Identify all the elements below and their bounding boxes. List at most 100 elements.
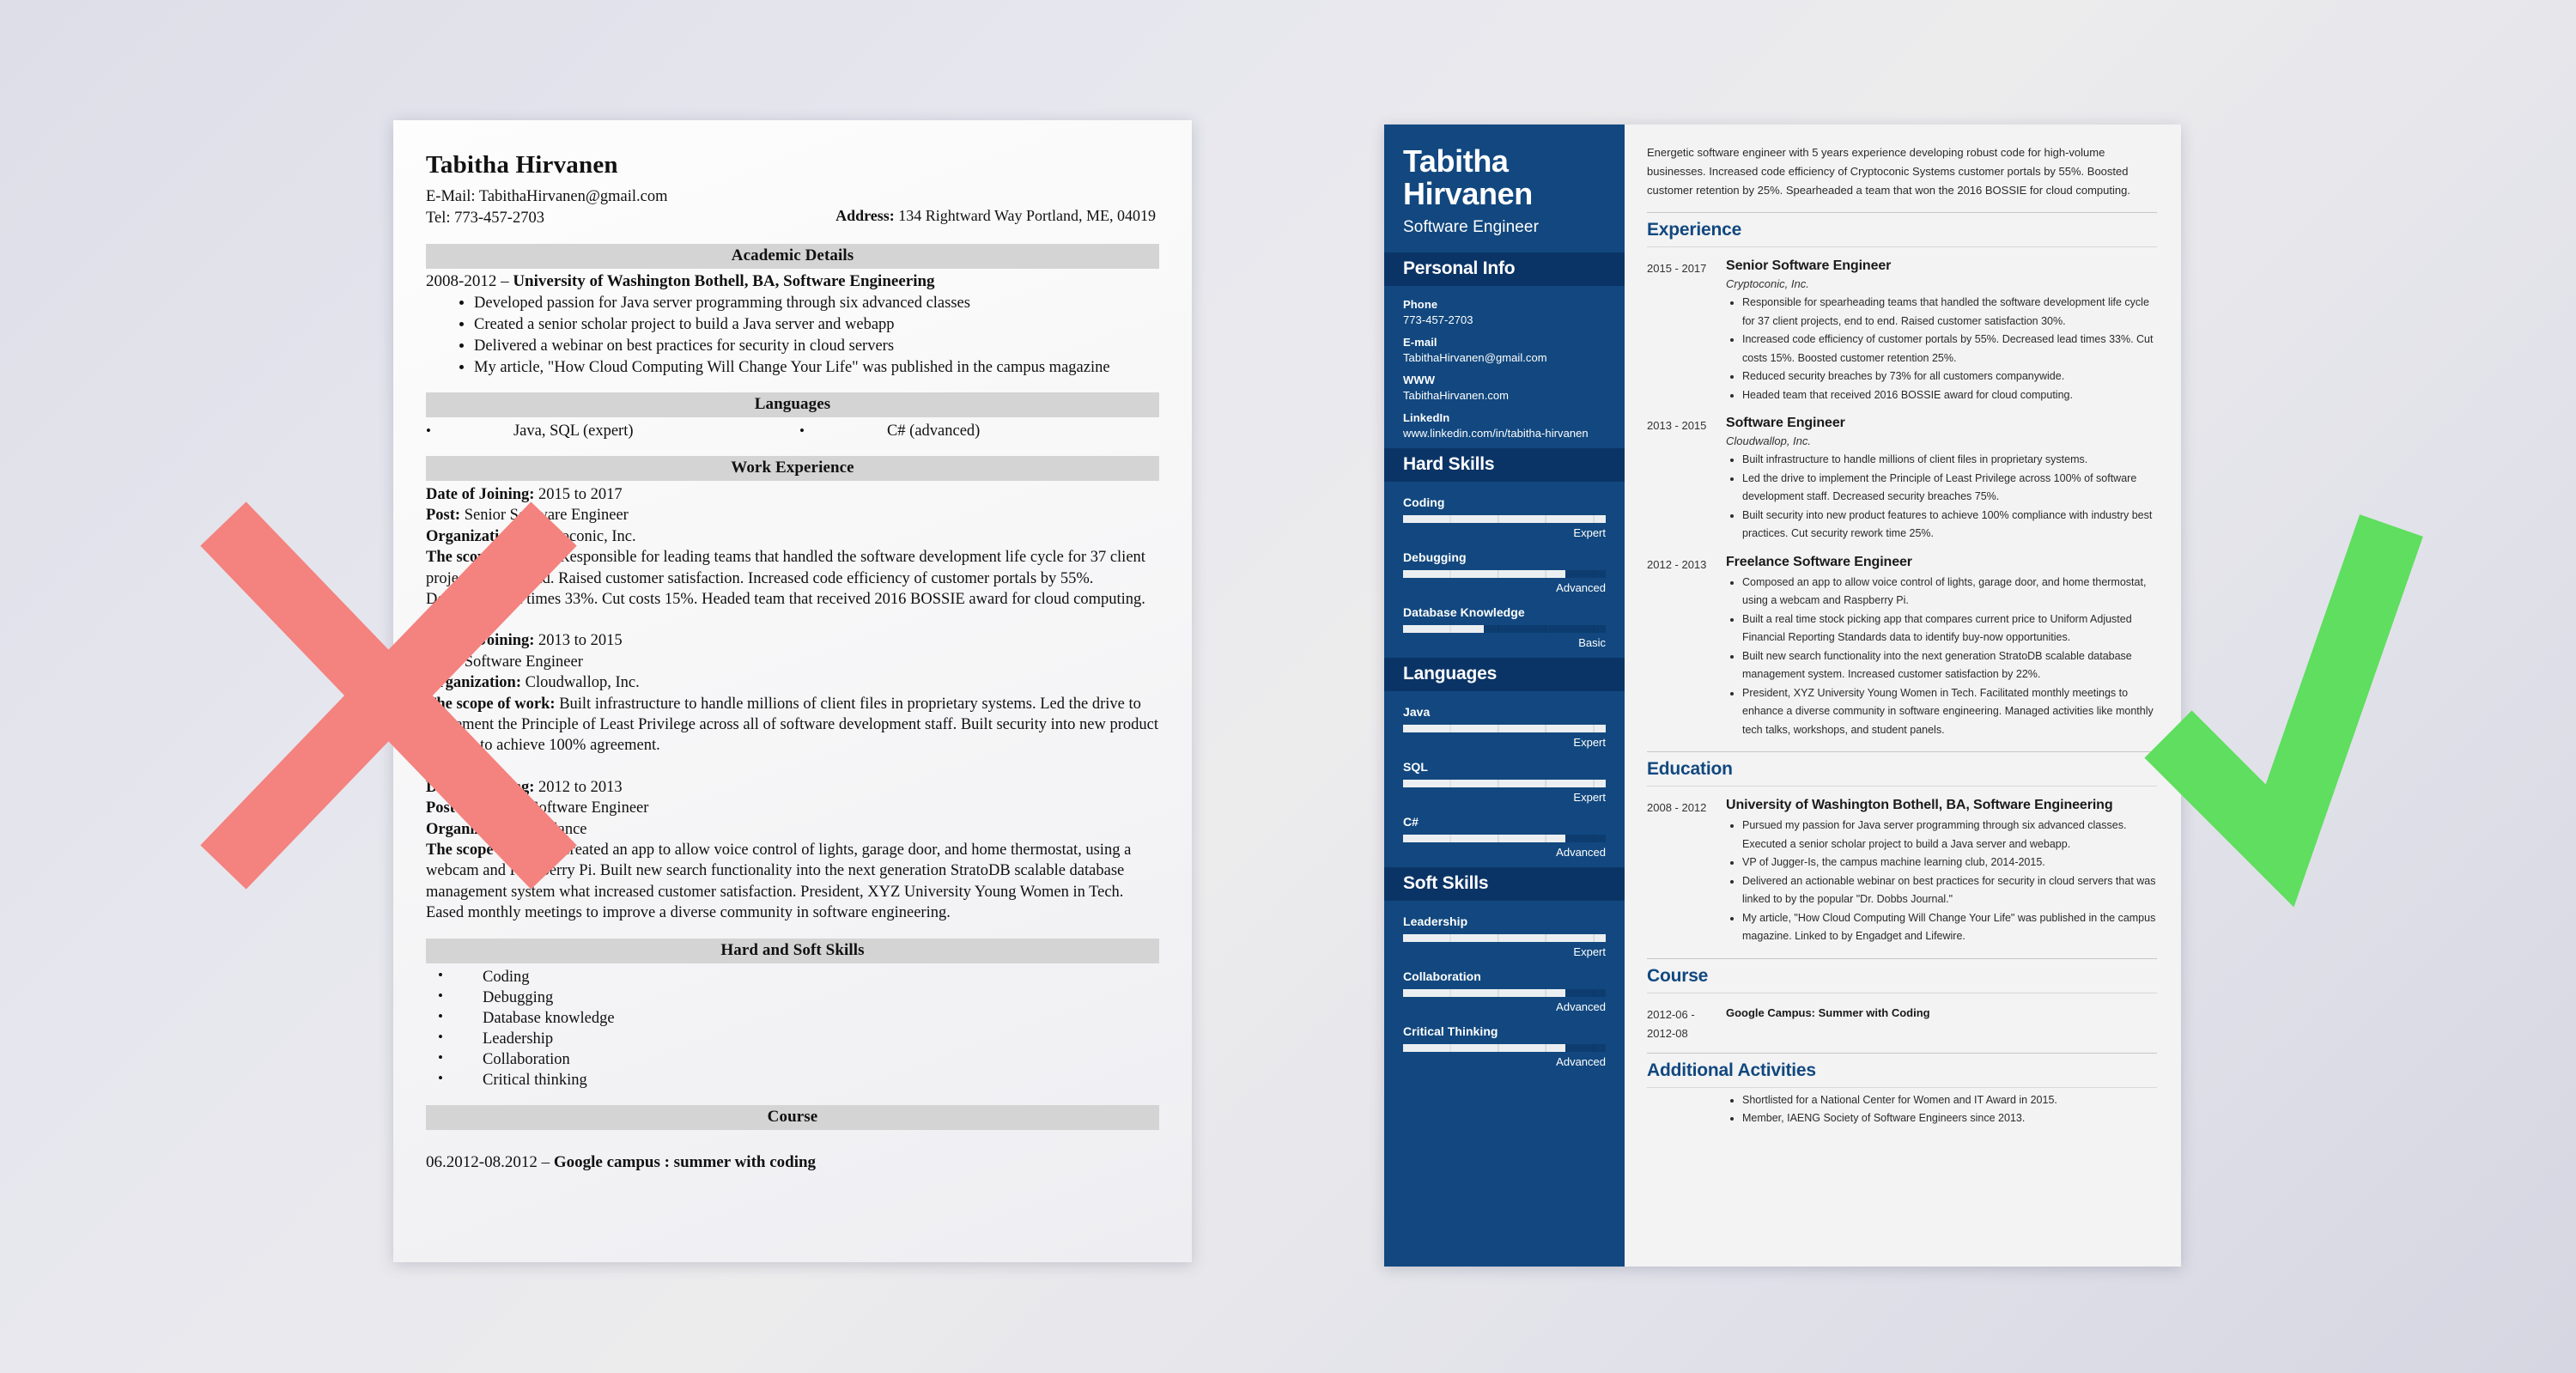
bad-academic-bullet-list: Developed passion for Java server progra…: [426, 293, 1159, 378]
good-experience-organization: Cryptoconic, Inc.: [1726, 277, 1809, 291]
good-heading-course: Course: [1647, 957, 2157, 993]
good-education-role: University of Washington Bothell, BA, So…: [1726, 798, 2113, 813]
skill-level-bar: [1403, 625, 1606, 634]
good-activity-bullet: Shortlisted for a National Center for Wo…: [1742, 1091, 2157, 1110]
bad-section-band-work: Work Experience: [426, 455, 1159, 481]
skill-level-bar: [1403, 835, 1606, 843]
good-experience-bullet-list: Built infrastructure to handle millions …: [1726, 451, 2157, 544]
skill-level-bar-fill: [1403, 934, 1606, 943]
skill-level-bar-fill: [1403, 625, 1485, 634]
good-experience-dates: 2013 - 2015: [1647, 419, 1707, 433]
good-experience-list: 2015 - 2017 Senior Software Engineer Crypt…: [1647, 258, 2157, 739]
bad-language-item: • C# (advanced): [793, 422, 1159, 441]
good-experience-bullet: Built a real time stock picking app that…: [1742, 611, 2157, 647]
bad-job-scope-row: The scope of work: Responsible for leadi…: [426, 547, 1159, 610]
good-experience-bullet: Increased code efficiency of customer po…: [1742, 331, 2157, 368]
bad-language-label: C# (advanced): [886, 422, 981, 440]
bad-course-line: 06.2012-08.2012 – Google campus : summer…: [426, 1153, 1159, 1172]
good-soft-skill-name: Collaboration: [1403, 969, 1481, 984]
bad-job-entry: Date of Joining: 2012 to 2013 Post: Freel…: [426, 777, 1159, 924]
bad-skill-item: Coding: [438, 966, 1159, 987]
bad-resume-address-value: 134 Rightward Way Portland, ME, 04019: [898, 207, 1156, 224]
bad-job-date-row: Date of Joining: 2013 to 2015: [426, 630, 1159, 651]
good-heading-education: Education: [1647, 751, 2157, 787]
check-mark-icon: [2144, 514, 2423, 908]
bad-job-post-row: Post: Senior Software Engineer: [426, 505, 1159, 526]
bad-skill-item: Critical thinking: [438, 1069, 1159, 1091]
good-experience-bullet: Responsible for spearheading teams that …: [1742, 294, 2157, 331]
good-hard-skill-level: Basic: [1578, 636, 1606, 650]
bad-degree-years: 2008-2012: [426, 271, 497, 290]
bad-job-org: Cloudwallop, Inc.: [521, 674, 640, 692]
good-language-item: C# Advanced: [1403, 815, 1606, 859]
bad-job-entry: Date of Joining: 2013 to 2015 Post: Softw…: [426, 630, 1159, 756]
good-hard-skill-level: Expert: [1573, 526, 1606, 540]
good-soft-skill-item: Collaboration Advanced: [1403, 969, 1606, 1013]
good-hard-skill-level: Advanced: [1556, 581, 1606, 595]
bad-job-date-label: Date of Joining:: [426, 632, 535, 650]
bad-job-org: Freelance: [521, 820, 587, 838]
good-personal-info-value: www.linkedin.com/in/tabitha-hirvanen: [1403, 427, 1589, 440]
bad-degree-line: 2008-2012 – University of Washington Bot…: [426, 272, 1159, 291]
good-education-bullet: Delivered an actionable webinar on best …: [1742, 872, 2157, 909]
good-course-dates: 2012-06 - 2012-08: [1647, 1007, 1695, 1041]
good-experience-body: Freelance Software Engineer Composed an a…: [1726, 555, 2157, 740]
bad-job-scope-row: The scope of work: Built infrastructure …: [426, 694, 1159, 756]
good-hard-skill-item: Database Knowledge Basic: [1403, 605, 1606, 649]
good-experience-bullet-list: Responsible for spearheading teams that …: [1726, 294, 2157, 404]
bad-job-org-row: Organization: Freelance: [426, 819, 1159, 840]
bad-academic-bullet: Created a senior scholar project to buil…: [474, 314, 1159, 335]
bad-section-band-course: Course: [426, 1104, 1159, 1130]
bad-resume-document: Tabitha Hirvanen E-Mail: TabithaHirvanen…: [393, 120, 1192, 1262]
good-experience-bullet-list: Composed an app to allow voice control o…: [1726, 574, 2157, 740]
bad-job-scope-label: The scope of work:: [426, 695, 556, 713]
bad-job-date-row: Date of Joining: 2012 to 2013: [426, 777, 1159, 798]
bad-job-post-label: Post:: [426, 799, 461, 817]
good-hard-skill-item: Debugging Advanced: [1403, 550, 1606, 594]
bad-degree-name: University of Washington Bothell, BA, So…: [513, 271, 935, 290]
skill-level-bar-fill: [1403, 780, 1606, 788]
good-soft-skill-name: Critical Thinking: [1403, 1024, 1498, 1039]
skill-level-bar: [1403, 934, 1606, 943]
bad-job-post: Software Engineer: [460, 653, 583, 671]
good-soft-skill-level: Advanced: [1556, 1000, 1606, 1014]
bad-resume-address-label: Address:: [835, 207, 895, 224]
good-hard-skills-list: Coding Expert Debugging Advanced Database Kn…: [1384, 482, 1625, 658]
skill-level-bar: [1403, 1044, 1606, 1053]
good-experience-role: Freelance Software Engineer: [1726, 554, 1912, 569]
good-soft-skill-level: Expert: [1573, 945, 1606, 959]
skill-level-bar-fill: [1403, 725, 1606, 733]
bad-job-entry: Date of Joining: 2015 to 2017 Post: Senio…: [426, 484, 1159, 610]
bad-section-band-languages: Languages: [426, 392, 1159, 417]
good-education-dates: 2008 - 2012: [1647, 801, 1707, 815]
good-personal-info-label: LinkedIn: [1403, 411, 1450, 425]
bad-skill-item: Debugging: [438, 987, 1159, 1008]
bad-job-scope-label: The scope of work:: [426, 841, 556, 859]
good-sidebar-header: Tabitha Hirvanen Software Engineer: [1384, 125, 1625, 252]
good-experience-bullet: Composed an app to allow voice control o…: [1742, 574, 2157, 611]
good-experience-dates: 2015 - 2017: [1647, 262, 1707, 276]
good-sidebar-band-languages: Languages: [1384, 658, 1625, 692]
good-education-bullet: My article, "How Cloud Computing Will Ch…: [1742, 909, 2157, 946]
good-hard-skill-item: Coding Expert: [1403, 495, 1606, 539]
skill-level-bar: [1403, 570, 1606, 579]
bad-job-org-row: Organization: Cryptoconic, Inc.: [426, 526, 1159, 547]
good-personal-info-list: Phone 773-457-2703 E-mail TabithaHirvanen@g…: [1384, 286, 1625, 448]
bad-resume-email: E-Mail: TabithaHirvanen@gmail.com: [426, 188, 668, 205]
bad-section-band-skills: Hard and Soft Skills: [426, 938, 1159, 963]
bad-skill-list: CodingDebuggingDatabase knowledgeLeaders…: [426, 966, 1159, 1091]
skill-level-bar-fill: [1403, 515, 1606, 524]
good-experience-body: Software Engineer Cloudwallop, Inc. Built …: [1726, 416, 2157, 544]
good-personal-info-label: Phone: [1403, 298, 1438, 312]
bad-academic-bullet: My article, "How Cloud Computing Will Ch…: [474, 357, 1159, 378]
good-experience-bullet: Built infrastructure to handle millions …: [1742, 451, 2157, 470]
good-language-name: C#: [1403, 815, 1419, 829]
bad-job-date-label: Date of Joining:: [426, 778, 535, 796]
skill-level-bar: [1403, 780, 1606, 788]
good-personal-info-value: 773-457-2703: [1403, 313, 1473, 327]
good-experience-bullet: Headed team that received 2016 BOSSIE aw…: [1742, 386, 2157, 405]
good-language-name: SQL: [1403, 760, 1428, 775]
bad-job-post-row: Post: Freelance Software Engineer: [426, 798, 1159, 818]
good-activity-bullet: Member, IAENG Society of Software Engine…: [1742, 1109, 2157, 1128]
good-experience-dates: 2012 - 2013: [1647, 557, 1707, 571]
